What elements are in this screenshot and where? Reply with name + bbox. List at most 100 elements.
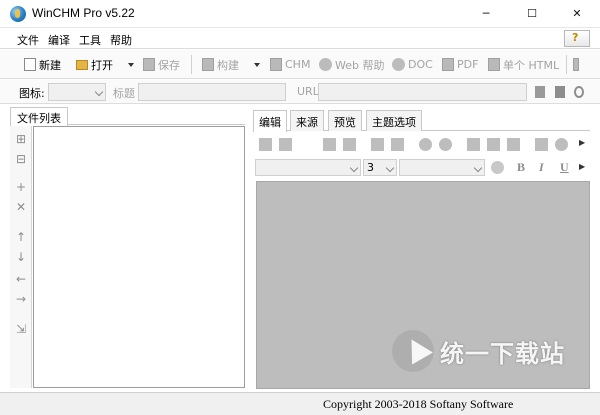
chevron-down-icon — [128, 62, 134, 67]
new-button[interactable]: 新建 — [24, 56, 61, 73]
save-icon — [143, 58, 155, 71]
toolbar-divider — [566, 55, 567, 74]
paragraph-icon[interactable] — [391, 138, 404, 151]
paste-icon[interactable] — [507, 138, 520, 151]
menu-bar: 文件 编译 工具 帮助 ? — [0, 28, 600, 49]
window-title: WinCHM Pro v5.22 — [32, 6, 135, 20]
url-input[interactable] — [318, 83, 527, 101]
font-style-select[interactable] — [399, 159, 485, 176]
font-size-select[interactable]: 3 — [363, 159, 397, 176]
bold-button[interactable]: B — [517, 160, 525, 175]
move-left-icon[interactable]: ← — [15, 272, 27, 286]
chevron-down-icon — [385, 163, 395, 173]
sort-icon[interactable]: ⇲ — [15, 322, 27, 336]
undo-icon[interactable] — [419, 138, 432, 151]
new-document-icon — [24, 58, 36, 71]
more-format-icon[interactable]: ▶ — [579, 162, 585, 171]
flag-icon[interactable] — [555, 86, 565, 98]
maximize-button[interactable]: ☐ — [509, 0, 555, 28]
icon-label: 图标: — [19, 87, 45, 100]
print-icon[interactable] — [279, 138, 292, 151]
delete-topic-icon[interactable]: ✕ — [15, 200, 27, 214]
toolbar-overflow-button[interactable] — [573, 56, 582, 73]
doc-icon — [392, 58, 405, 71]
build-label: 构建 — [217, 58, 239, 72]
font-size-value: 3 — [367, 161, 374, 174]
build-button[interactable]: 构建 — [202, 56, 239, 73]
open-button[interactable]: 打开 — [76, 56, 113, 73]
watermark: 统一下载站 — [392, 330, 597, 390]
open-dropdown-button[interactable] — [128, 56, 134, 73]
editor-toolbar: ▶ — [253, 134, 590, 156]
build-dropdown-button[interactable] — [254, 56, 260, 73]
save-label: 保存 — [158, 58, 180, 72]
pdf-button[interactable]: PDF — [442, 56, 478, 73]
underline-button[interactable]: U — [560, 160, 569, 175]
image-icon[interactable] — [535, 138, 548, 151]
page-icon[interactable] — [535, 86, 545, 98]
chevron-down-icon — [254, 62, 260, 67]
chm-label: CHM — [285, 58, 311, 71]
table-icon[interactable] — [371, 138, 384, 151]
menu-edit[interactable]: 编译 — [48, 32, 70, 48]
file-list[interactable] — [33, 126, 245, 388]
editor-tab-strip: 编辑 来源 预览 主题选项 — [253, 107, 590, 132]
prohibit-icon[interactable] — [574, 86, 584, 98]
add-topic-icon[interactable]: + — [15, 180, 27, 194]
tab-source[interactable]: 来源 — [290, 110, 324, 131]
redo-icon[interactable] — [439, 138, 452, 151]
web-help-label: Web 帮助 — [335, 58, 385, 72]
tab-topic-options[interactable]: 主题选项 — [366, 110, 422, 131]
tab-file-list[interactable]: 文件列表 — [10, 107, 68, 126]
menu-file[interactable]: 文件 — [17, 32, 39, 48]
chm-button[interactable]: CHM — [270, 56, 310, 73]
open-label: 打开 — [91, 58, 113, 72]
tree-toolbar: ⊞ ⊟ + ✕ ↑ ↓ ← → ⇲ — [10, 126, 32, 388]
menu-tools[interactable]: 工具 — [79, 32, 101, 48]
move-right-icon[interactable]: → — [15, 292, 27, 306]
minimize-button[interactable]: ─ — [463, 0, 509, 28]
title-input[interactable] — [138, 83, 286, 101]
tab-preview[interactable]: 预览 — [328, 110, 362, 131]
html-icon — [488, 58, 500, 71]
copyright-text: Copyright 2003-2018 Softany Software — [323, 397, 514, 411]
more-tools-icon[interactable]: ▶ — [579, 138, 585, 147]
spellcheck-icon[interactable] — [323, 138, 336, 151]
single-html-label: 单个 HTML — [503, 58, 560, 72]
watermark-text: 统一下载站 — [440, 340, 565, 368]
build-icon — [202, 58, 214, 71]
font-toolbar: 3 B I U ▶ — [253, 157, 590, 179]
tab-edit[interactable]: 编辑 — [253, 110, 287, 132]
overflow-icon — [573, 58, 579, 71]
cut-icon[interactable] — [467, 138, 480, 151]
find-icon[interactable] — [343, 138, 356, 151]
url-label: URL — [297, 85, 319, 98]
link-icon[interactable] — [555, 138, 568, 151]
title-label: 标题 — [113, 87, 135, 100]
save-button[interactable]: 保存 — [143, 56, 180, 73]
main-toolbar: 新建 打开 保存 构建 CHM Web 帮助 DOC PDF 单个 HTML — [0, 50, 600, 79]
watermark-logo-icon — [392, 330, 434, 372]
help-icon: ? — [572, 31, 579, 44]
italic-button[interactable]: I — [539, 160, 544, 175]
help-button[interactable]: ? — [564, 30, 590, 47]
doc-button[interactable]: DOC — [392, 56, 433, 73]
single-html-button[interactable]: 单个 HTML — [488, 56, 559, 73]
app-icon — [10, 6, 26, 22]
eraser-icon[interactable] — [491, 161, 504, 174]
web-help-button[interactable]: Web 帮助 — [319, 56, 384, 73]
globe-icon — [319, 58, 332, 71]
move-up-icon[interactable]: ↑ — [15, 230, 27, 244]
chevron-down-icon — [94, 87, 104, 97]
copy-icon[interactable] — [487, 138, 500, 151]
icon-select[interactable] — [48, 83, 106, 101]
close-button[interactable]: ✕ — [554, 0, 600, 28]
tree-outdent-icon[interactable]: ⊞ — [15, 132, 27, 146]
move-down-icon[interactable]: ↓ — [15, 250, 27, 264]
chevron-down-icon — [349, 163, 359, 173]
save-icon[interactable] — [259, 138, 272, 151]
font-name-select[interactable] — [255, 159, 361, 176]
pdf-label: PDF — [457, 58, 479, 71]
tree-indent-icon[interactable]: ⊟ — [15, 152, 27, 166]
menu-help[interactable]: 帮助 — [110, 32, 132, 48]
